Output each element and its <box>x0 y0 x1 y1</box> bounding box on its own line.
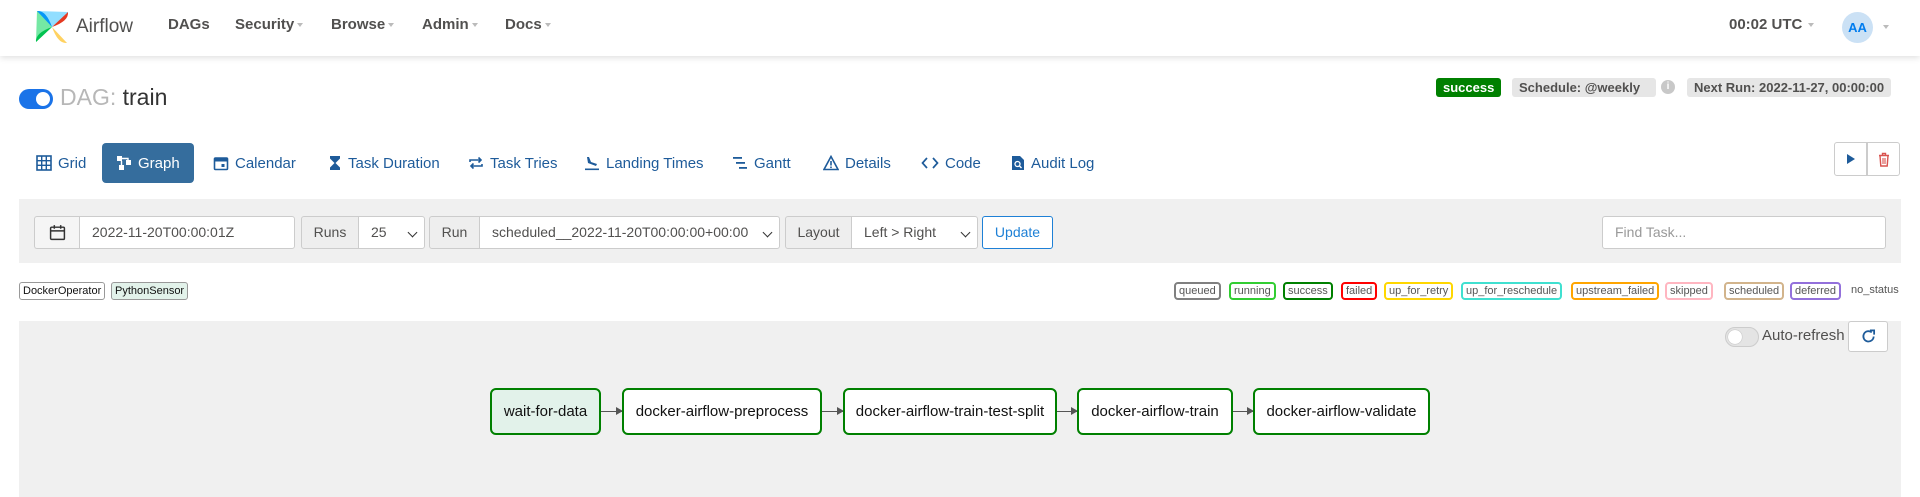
state-legend-failed[interactable]: failed <box>1341 282 1378 300</box>
refresh-button[interactable] <box>1848 321 1888 352</box>
tab-gantt[interactable]: Gantt <box>726 143 797 183</box>
task-node-docker-airflow-preprocess[interactable]: docker-airflow-preprocess <box>622 388 822 435</box>
auto-refresh-label: Auto-refresh <box>1762 327 1845 344</box>
state-legend-deferred[interactable]: deferred <box>1790 282 1841 300</box>
update-button[interactable]: Update <box>982 216 1053 249</box>
hourglass-icon <box>330 156 340 170</box>
dag-title-name: train <box>122 84 168 110</box>
grid-icon <box>36 155 52 171</box>
tab-graph[interactable]: Graph <box>102 143 194 183</box>
nav-item-dags[interactable]: DAGs <box>168 16 210 33</box>
layout-select[interactable]: Left > Right <box>851 216 978 249</box>
tab-grid[interactable]: Grid <box>30 143 92 183</box>
find-task-input[interactable]: Find Task... <box>1602 216 1886 249</box>
next-run-badge: Next Run: 2022-11-27, 00:00:00 <box>1687 78 1892 97</box>
brand-link[interactable]: Airflow <box>34 6 133 48</box>
state-legend-upstream-failed[interactable]: upstream_failed <box>1571 282 1660 300</box>
graph-edge <box>601 407 623 415</box>
refresh-icon <box>1861 329 1875 343</box>
chevron-down-icon <box>407 227 418 238</box>
warning-icon <box>823 155 839 171</box>
chevron-down-icon <box>762 227 773 238</box>
audit-log-icon <box>1012 156 1024 170</box>
date-picker-button[interactable] <box>34 216 79 249</box>
calendar-icon <box>49 225 65 241</box>
task-node-wait-for-data[interactable]: wait-for-data <box>490 388 601 435</box>
landing-icon <box>585 157 599 171</box>
user-avatar[interactable]: AA <box>1842 12 1873 43</box>
trash-icon <box>1878 152 1889 167</box>
nav-item-browse[interactable]: Browse <box>331 16 395 33</box>
nav-item-docs[interactable]: Docs <box>505 16 551 33</box>
state-legend-up-for-retry[interactable]: up_for_retry <box>1384 282 1454 300</box>
calendar-icon <box>213 157 229 171</box>
tab-code[interactable]: Code <box>915 143 987 183</box>
state-legend-skipped[interactable]: skipped <box>1665 282 1713 300</box>
delete-dag-button[interactable] <box>1867 142 1900 176</box>
operator-legend-python-sensor[interactable]: PythonSensor <box>111 282 189 300</box>
chevron-down-icon <box>388 23 395 28</box>
page-title: DAG: train <box>60 84 167 111</box>
run-label: Run <box>429 216 480 249</box>
tab-calendar[interactable]: Calendar <box>207 143 302 183</box>
state-legend-running[interactable]: running <box>1229 282 1276 300</box>
play-icon <box>1846 154 1855 164</box>
nav-item-security[interactable]: Security <box>235 16 304 33</box>
tab-task-duration[interactable]: Task Duration <box>322 143 446 183</box>
runs-select[interactable]: 25 <box>358 216 425 249</box>
graph-edge <box>1233 407 1254 415</box>
nav-item-admin[interactable]: Admin <box>422 16 478 33</box>
chevron-down-icon <box>544 23 551 28</box>
state-legend-scheduled[interactable]: scheduled <box>1724 282 1785 300</box>
tab-landing-times[interactable]: Landing Times <box>578 143 710 183</box>
layout-label: Layout <box>785 216 852 249</box>
tab-details[interactable]: Details <box>817 143 897 183</box>
chevron-down-icon <box>1808 23 1815 28</box>
graph-edge <box>1057 407 1078 415</box>
state-legend-success[interactable]: success <box>1283 282 1333 300</box>
operator-legend-docker[interactable]: DockerOperator <box>19 282 106 300</box>
auto-refresh-toggle[interactable] <box>1725 327 1759 347</box>
gantt-icon <box>733 157 747 169</box>
base-date-input[interactable]: 2022-11-20T00:00:01Z <box>79 216 295 249</box>
graph-icon <box>117 156 131 170</box>
graph-edge <box>822 407 844 415</box>
repeat-icon <box>469 156 483 170</box>
info-icon[interactable]: i <box>1661 80 1675 94</box>
code-icon <box>921 157 939 169</box>
run-select[interactable]: scheduled__2022-11-20T00:00:00+00:00 <box>479 216 780 249</box>
schedule-badge: Schedule: @weekly <box>1512 78 1656 97</box>
task-node-docker-airflow-validate[interactable]: docker-airflow-validate <box>1253 388 1430 435</box>
dag-pause-toggle[interactable] <box>19 89 53 109</box>
chevron-down-icon <box>1883 25 1889 29</box>
state-legend-queued[interactable]: queued <box>1174 282 1221 300</box>
trigger-dag-button[interactable] <box>1834 142 1867 176</box>
chevron-down-icon <box>297 23 304 28</box>
tab-audit-log[interactable]: Audit Log <box>1005 143 1100 183</box>
airflow-pinwheel-icon <box>35 10 69 44</box>
task-node-docker-airflow-train-test-split[interactable]: docker-airflow-train-test-split <box>843 388 1057 435</box>
chevron-down-icon <box>960 227 971 238</box>
dag-status-badge: success <box>1436 78 1502 97</box>
chevron-down-icon <box>471 23 478 28</box>
runs-label: Runs <box>301 216 359 249</box>
dag-title-prefix: DAG: <box>60 84 117 110</box>
state-legend-no-status[interactable]: no_status <box>1851 284 1899 296</box>
state-legend-up-for-reschedule[interactable]: up_for_reschedule <box>1461 282 1563 300</box>
task-node-docker-airflow-train[interactable]: docker-airflow-train <box>1077 388 1233 435</box>
tab-task-tries[interactable]: Task Tries <box>462 143 564 183</box>
timezone-clock[interactable]: 00:02 UTC <box>1729 16 1815 33</box>
brand-name: Airflow <box>76 16 134 37</box>
top-navbar: Airflow DAGs Security Browse Admin Docs … <box>0 0 1920 56</box>
